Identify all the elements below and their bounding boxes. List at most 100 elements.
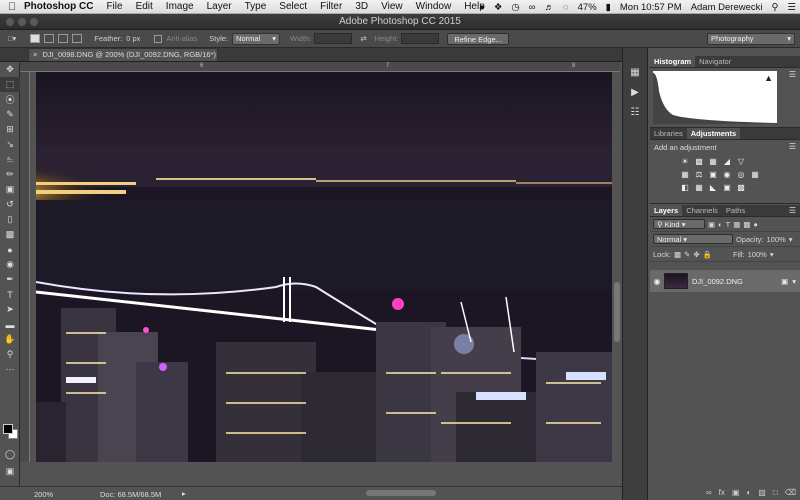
document-tab[interactable]: × DJI_0098.DNG @ 200% (DJI_0092.DNG, RGB… [28, 48, 218, 71]
tab-channels[interactable]: Channels [682, 205, 722, 216]
clock[interactable]: Mon 10:57 PM [620, 2, 682, 13]
shape-tool-icon[interactable]: ▬ [0, 317, 20, 332]
menu-layer[interactable]: Layer [207, 1, 232, 12]
properties-panel-icon[interactable]: ☷ [623, 102, 647, 122]
horizontal-ruler[interactable]: 6 7 8 [20, 62, 620, 72]
chevron-right-icon[interactable]: ▸ [182, 489, 186, 498]
menu-3d[interactable]: 3D [355, 1, 368, 12]
panel-menu-icon[interactable]: ☰ [789, 142, 796, 151]
height-input[interactable] [401, 33, 440, 44]
mask-icon[interactable]: ▣ [732, 488, 740, 497]
swap-icon[interactable]: ⇄ [360, 34, 366, 43]
tab-adjustments[interactable]: Adjustments [686, 128, 741, 139]
tab-libraries[interactable]: Libraries [650, 128, 687, 139]
lasso-tool-icon[interactable]: ⦿ [0, 92, 20, 107]
filter-adjustment-icon[interactable]: ◐ [718, 220, 723, 229]
new-selection-icon[interactable] [30, 34, 41, 43]
menu-image[interactable]: Image [166, 1, 194, 12]
brush-tool-icon[interactable]: ✏ [0, 167, 20, 182]
invert-icon[interactable]: ◧ [680, 183, 690, 192]
path-selection-tool-icon[interactable]: ➤ [0, 302, 20, 317]
actions-panel-icon[interactable]: ▶ [623, 82, 647, 102]
wifi-icon[interactable]: ◌ [563, 2, 569, 13]
app-menu[interactable]: Photoshop CC [24, 1, 93, 12]
add-selection-icon[interactable] [44, 34, 55, 43]
photo-filter-icon[interactable]: ◉ [722, 170, 732, 179]
layer-name[interactable]: DJI_0092.DNG [692, 277, 743, 286]
fx-icon[interactable]: fx [719, 488, 725, 497]
dodge-tool-icon[interactable]: ◉ [0, 257, 20, 272]
search-icon[interactable]: ⚲ [772, 2, 779, 13]
menu-select[interactable]: Select [279, 1, 307, 12]
eraser-tool-icon[interactable]: ▯ [0, 212, 20, 227]
tab-layers[interactable]: Layers [650, 205, 683, 216]
battery-icon[interactable]: ▮ [606, 2, 611, 13]
filter-toggle-icon[interactable]: ● [753, 220, 758, 229]
threshold-icon[interactable]: ◣ [708, 183, 718, 192]
history-panel-icon[interactable]: ▦ [623, 62, 647, 82]
marquee-tool-icon[interactable]: ⬚ [0, 77, 20, 92]
move-tool-icon[interactable]: ✥ [0, 62, 20, 77]
history-brush-tool-icon[interactable]: ↺ [0, 197, 20, 212]
levels-icon[interactable]: ▩ [694, 157, 704, 166]
scroll-thumb[interactable] [366, 490, 436, 496]
subtract-selection-icon[interactable] [58, 34, 69, 43]
exposure-icon[interactable]: ◢ [722, 157, 732, 166]
creative-cloud-icon[interactable]: ● [479, 2, 485, 13]
lock-move-icon[interactable]: ✥ [693, 250, 699, 259]
filter-smart-icon[interactable]: ▩ [743, 220, 750, 229]
posterize-icon[interactable]: ▦ [694, 183, 704, 192]
clone-stamp-tool-icon[interactable]: ▣ [0, 182, 20, 197]
filter-pixel-icon[interactable]: ▣ [708, 220, 715, 229]
menu-window[interactable]: Window [416, 1, 452, 12]
width-input[interactable] [314, 33, 353, 44]
healing-brush-tool-icon[interactable]: ⎁ [0, 152, 20, 167]
gradient-tool-icon[interactable]: ▩ [0, 227, 20, 242]
blend-mode-select[interactable]: Normal ▾ [653, 234, 733, 244]
chevron-down-icon[interactable]: ▾ [792, 277, 796, 286]
feather-input[interactable]: 0 px [126, 34, 140, 43]
eye-icon[interactable]: ◉ [650, 277, 664, 286]
panel-menu-icon[interactable]: ☰ [789, 70, 796, 79]
menu-filter[interactable]: Filter [320, 1, 342, 12]
close-button[interactable] [6, 18, 14, 26]
chevron-down-icon[interactable]: ▾ [770, 250, 774, 259]
layer-row[interactable]: ◉ DJI_0092.DNG ▣ ▾ [650, 270, 800, 292]
crop-tool-icon[interactable]: ⊞ [0, 122, 20, 137]
vibrance-icon[interactable]: ▽ [736, 157, 746, 166]
color-balance-icon[interactable]: ⚖ [694, 170, 704, 179]
opacity-value[interactable]: 100% [767, 235, 786, 244]
menu-type[interactable]: Type [245, 1, 267, 12]
vertical-scrollbar[interactable] [612, 72, 622, 462]
apple-icon[interactable]:  [0, 1, 24, 13]
lock-icon[interactable]: 🔒 [703, 250, 712, 259]
tab-histogram[interactable]: Histogram [650, 56, 696, 67]
warning-icon[interactable]: ▲ [764, 73, 773, 83]
new-layer-icon[interactable]: □ [773, 488, 778, 497]
quick-mask-icon[interactable]: ◯ [0, 447, 20, 462]
document-canvas[interactable] [36, 72, 612, 462]
workspace-select[interactable]: Photography ▾ [707, 32, 795, 45]
screen-mode-icon[interactable]: ▣ [0, 464, 20, 479]
layer-thumbnail[interactable] [664, 273, 688, 289]
intersect-selection-icon[interactable] [72, 34, 83, 43]
battery-text[interactable]: 47% [578, 2, 597, 13]
minimize-button[interactable] [18, 18, 26, 26]
volume-icon[interactable]: ♬ [544, 2, 554, 13]
curves-icon[interactable]: ▦ [708, 157, 718, 166]
filter-type-icon[interactable]: T [726, 220, 731, 229]
zoom-level[interactable]: 200% [34, 490, 53, 499]
zoom-tool-icon[interactable]: ⚲ [0, 347, 20, 362]
foreground-color-swatch[interactable] [3, 424, 13, 434]
history-icon[interactable]: ◷ [511, 2, 519, 13]
lock-transparent-icon[interactable]: ▩ [674, 250, 681, 259]
channel-mixer-icon[interactable]: ◎ [736, 170, 746, 179]
pen-tool-icon[interactable]: ✒ [0, 272, 20, 287]
folder-icon[interactable]: ▧ [758, 488, 766, 497]
style-select[interactable]: Normal ▾ [232, 32, 281, 45]
horizontal-scrollbar[interactable] [240, 488, 620, 498]
antialias-checkbox[interactable] [154, 34, 163, 43]
fill-value[interactable]: 100% [748, 250, 767, 259]
blur-tool-icon[interactable]: ● [0, 242, 20, 257]
eyedropper-tool-icon[interactable]: ↘ [0, 137, 20, 152]
